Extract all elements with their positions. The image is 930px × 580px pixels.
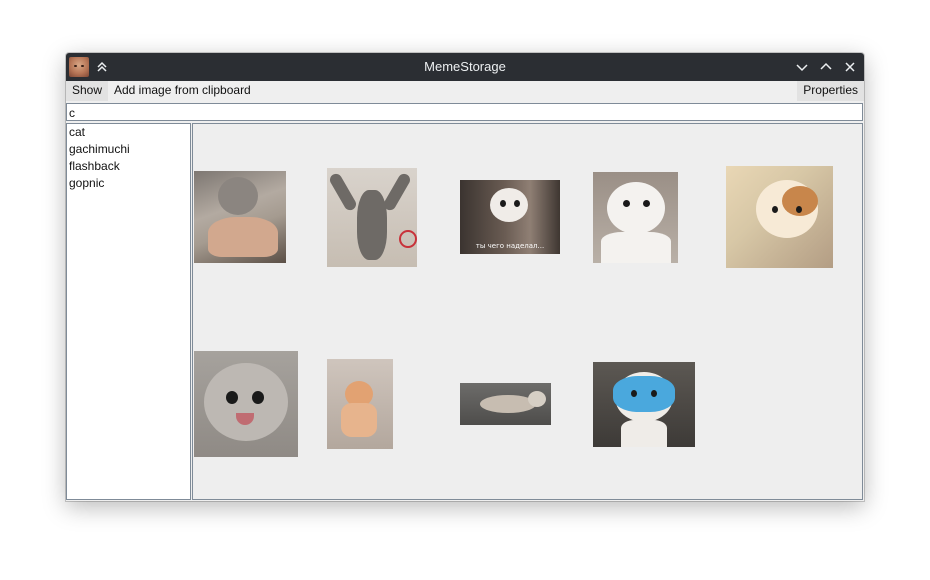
tag-item[interactable]: flashback — [67, 158, 190, 175]
maximize-button[interactable] — [815, 56, 837, 78]
properties-button[interactable]: Properties — [797, 81, 864, 101]
image-thumbnail[interactable] — [194, 171, 286, 263]
image-thumbnail[interactable] — [194, 351, 298, 457]
image-thumbnail[interactable] — [327, 168, 417, 267]
image-thumbnail[interactable] — [460, 383, 551, 425]
chevron-up-icon — [820, 62, 832, 70]
close-icon — [845, 62, 855, 72]
search-input[interactable]: c — [66, 103, 863, 121]
tag-item[interactable]: cat — [67, 124, 190, 141]
image-thumbnail[interactable] — [593, 172, 678, 263]
tag-item[interactable]: gopnic — [67, 175, 190, 192]
chevron-down-icon — [796, 64, 808, 72]
minimize-button[interactable] — [791, 56, 813, 78]
tag-list: cat gachimuchi flashback gopnic — [66, 123, 191, 500]
image-gallery: ты чего наделал... — [192, 123, 863, 500]
tag-item[interactable]: gachimuchi — [67, 141, 190, 158]
image-thumbnail[interactable] — [327, 359, 393, 449]
show-button[interactable]: Show — [66, 81, 109, 101]
image-thumbnail[interactable] — [726, 166, 833, 268]
image-caption: ты чего наделал... — [475, 242, 545, 250]
menu-bar: Show Add image from clipboard Properties — [66, 81, 864, 101]
add-from-clipboard-button[interactable]: Add image from clipboard — [108, 81, 257, 101]
image-thumbnail[interactable] — [593, 362, 695, 447]
app-window: MemeStorage Show Add image from clipboar… — [66, 53, 864, 501]
window-title: MemeStorage — [424, 59, 506, 74]
image-thumbnail[interactable]: ты чего наделал... — [460, 180, 560, 254]
title-bar: MemeStorage — [66, 53, 864, 81]
close-button[interactable] — [839, 56, 861, 78]
